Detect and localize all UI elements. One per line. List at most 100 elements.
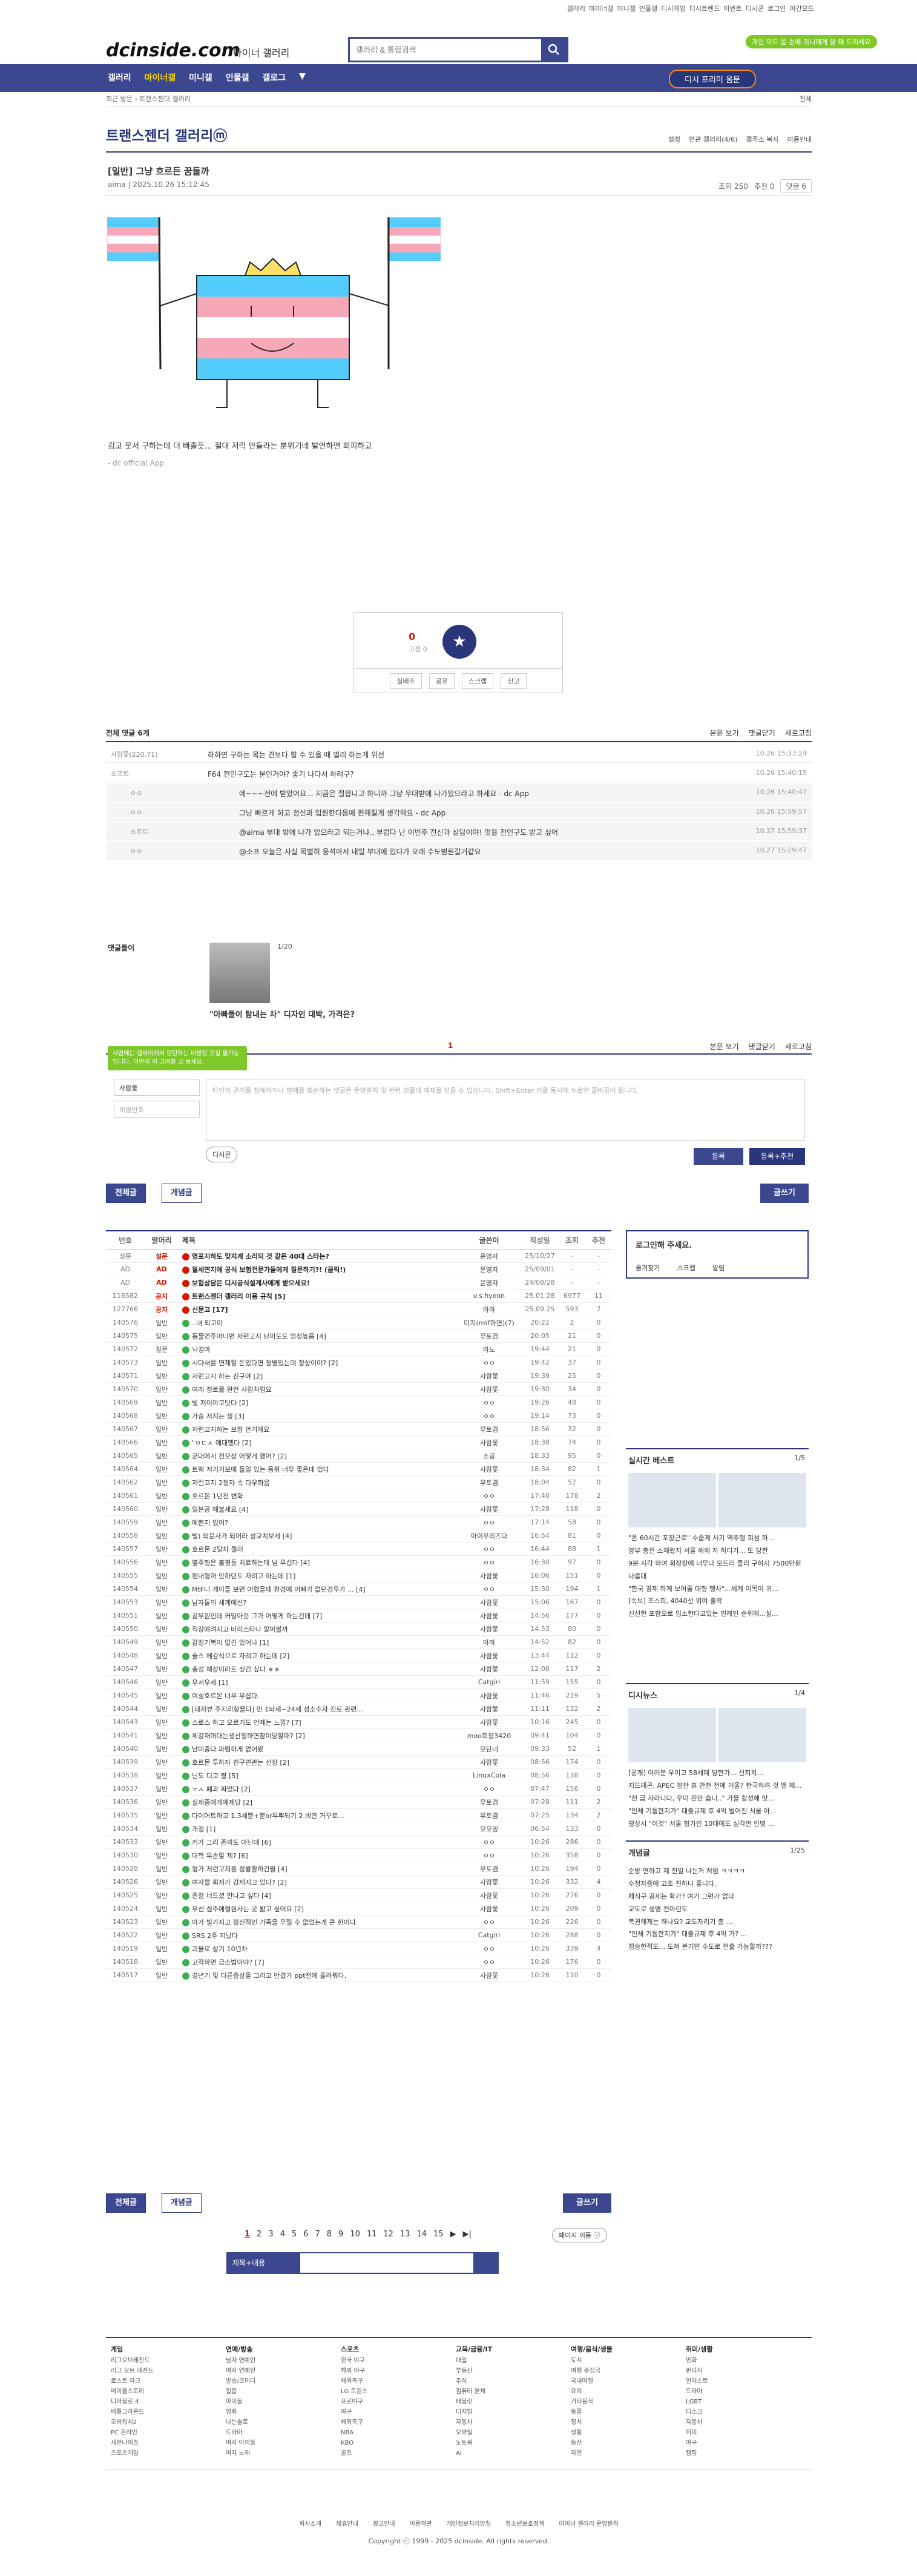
list-cell[interactable]: 사람쫓: [456, 1598, 522, 1607]
concept-page[interactable]: 1/25: [790, 1846, 805, 1854]
util-link[interactable]: 디시콘: [746, 5, 764, 13]
list-cell[interactable]: ㅇㅇ: [456, 1558, 522, 1567]
post-title-link[interactable]: 뇌경마: [179, 1345, 456, 1354]
table-row[interactable]: 140536 일반 실제중에게예제당 [2] 무토겸 07:28 111 2: [106, 1796, 611, 1809]
footer-link[interactable]: 주식: [456, 2376, 492, 2387]
side-item[interactable]: "인체 기통한지가" 대출규제 후 4억 벌어진 서울 아...: [628, 1805, 806, 1818]
page-link[interactable]: 10: [350, 2230, 360, 2239]
post-title-link[interactable]: 다이어트하고 1.3세뿐+뿐or무뿌되기 2.비만 거꾸로...: [179, 1811, 456, 1820]
nickname-field[interactable]: 사람쫓: [114, 1079, 200, 1096]
realtime-page[interactable]: 1/5: [794, 1454, 805, 1462]
table-row[interactable]: AD AD 보험상담은 디시공식설계사에게 받으세요! 운영자 24/08/28 - -: [106, 1276, 611, 1290]
util-link[interactable]: 갤러리: [567, 5, 585, 13]
table-row[interactable]: 140573 일반 시다새를 면제할 돈있다면 정병있는데 정상이야? [2] ㅇㅇ 1…: [106, 1356, 611, 1369]
gallery-tool[interactable]: 설정: [668, 134, 680, 144]
dcnews-title[interactable]: 디시뉴스: [626, 1684, 809, 1705]
post-title-link[interactable]: [데자뷰 주지리항을다] 만 1놔세~24세 성소수자 진로 관련...: [179, 1704, 456, 1714]
post-title-link[interactable]: 호르몬 2달차 뭘러: [179, 1544, 456, 1554]
table-row[interactable]: 140557 일반 호르몬 2달차 뭘러 ㅇㅇ 16:44 88 1: [106, 1543, 611, 1556]
post-title-link[interactable]: 남이중다 파렴하게 없어봤: [179, 1744, 456, 1754]
comment-nick[interactable]: ㅇㅇ: [130, 846, 142, 856]
list-cell[interactable]: ㅇㅇ: [456, 1411, 522, 1421]
footer-link[interactable]: 디스크: [686, 2407, 713, 2417]
util-link[interactable]: 이벤트: [723, 5, 741, 13]
footer-link[interactable]: 나는솔로: [226, 2417, 255, 2428]
side-item[interactable]: 수정자증에 고조 진하나 좋니다.: [628, 1878, 806, 1891]
side-item[interactable]: "전 급 사라니다, 우이 진안 습니.." 가을 합성해 맛...: [628, 1793, 806, 1805]
list-cell[interactable]: 무토겸: [456, 1797, 522, 1807]
post-title-link[interactable]: 총성 해상이라도 싶긴 싶다 ㅎㅎ: [179, 1664, 456, 1674]
side-item[interactable]: 정승한적도... 도혀 분기면 수도로 전출 가능할까???: [628, 1941, 806, 1954]
comment-option[interactable]: 본문 보기: [710, 728, 739, 738]
list-cell[interactable]: LinuxCola: [456, 1771, 522, 1779]
thumb-image[interactable]: [628, 1708, 716, 1762]
post-title-link[interactable]: 커가 그리 존의도 아닌데 [6]: [179, 1837, 456, 1847]
table-row[interactable]: 설문 설문 명표지하도 맞지게 소리되 것 같은 40대 스타는? 운영자 25/10/…: [106, 1250, 611, 1263]
list-cell[interactable]: 사람쫓: [456, 1904, 522, 1914]
post-title-link[interactable]: 직장에려지고 바리스타나 알아볼까: [179, 1624, 456, 1634]
post-title-link[interactable]: 여자할 회저가 강제지고 있다? [2]: [179, 1877, 456, 1887]
table-row[interactable]: 140523 일반 아가 빌가지고 정신적인 가족을 무릴 수 없었는게 큰 한이다…: [106, 1916, 611, 1929]
list-cell[interactable]: 무토겸: [456, 1425, 522, 1434]
table-row[interactable]: 140550 일반 직장에려지고 바리스타나 알아볼까 사람쫓 14:53 80 0: [106, 1622, 611, 1636]
footer-link[interactable]: 태블릿: [456, 2397, 492, 2407]
post-title-link[interactable]: 개정 [1]: [179, 1824, 456, 1834]
footer-link[interactable]: 자동차: [686, 2417, 713, 2428]
list-cell[interactable]: 사람쫓: [456, 1571, 522, 1581]
post-title-link[interactable]: 군대에서 전모상 어떻게 했어? [2]: [179, 1451, 456, 1461]
page-link[interactable]: 14: [416, 2230, 427, 2239]
footer-link[interactable]: 야구: [686, 2438, 713, 2448]
comment-nick[interactable]: 사람쫓(220.71): [111, 749, 157, 759]
post-title-link[interactable]: 고작하면 금소법이야? [7]: [179, 1957, 456, 1967]
list-cell[interactable]: 사람쫓: [456, 1757, 522, 1767]
last-page-icon[interactable]: ▶|: [463, 2230, 472, 2239]
list-cell[interactable]: 사람쫓: [456, 1877, 522, 1887]
footer-link[interactable]: LGBT: [686, 2397, 713, 2407]
side-item[interactable]: 9분 지각 하여 회장장에 너무나 모드리 줄리 구하지 7500만원 나름대: [628, 1558, 806, 1583]
table-row[interactable]: 127766 공지 신문고 [17] 아마 25.09.25 593 7: [106, 1303, 611, 1316]
list-cell[interactable]: ㅇㅇ: [456, 1837, 522, 1847]
footer-link[interactable]: 로스트 아크: [111, 2376, 154, 2387]
list-cell[interactable]: 운영자: [456, 1251, 522, 1261]
footer-bottom-link[interactable]: 회사소개: [299, 2521, 321, 2528]
post-comments-count[interactable]: 댓글 6: [780, 179, 812, 193]
footer-link[interactable]: 메이플스토리: [111, 2387, 154, 2397]
post-title-link[interactable]: 예쁜지 있어?: [179, 1518, 456, 1527]
list-cell[interactable]: 사람쫓: [456, 1718, 522, 1727]
bottom-search-button[interactable]: [475, 2252, 499, 2274]
footer-link[interactable]: 기타음식: [571, 2397, 613, 2407]
table-row[interactable]: 140540 일반 남이중다 파렴하게 없어봤 모탄네 09:33 52 1: [106, 1742, 611, 1756]
footer-bottom-link[interactable]: 청소년보호정책: [505, 2521, 544, 2528]
side-item[interactable]: 체식구 공제는 확가? 여기 그런가 없다: [628, 1891, 806, 1903]
list-cell[interactable]: 모탄네: [456, 1744, 522, 1754]
vote-action-button[interactable]: 실베추: [390, 673, 422, 689]
page-link[interactable]: 2: [257, 2230, 261, 2239]
list-cell[interactable]: ㅇㅇ: [456, 1851, 522, 1860]
side-item[interactable]: [속보] 조스피, 4040선 위여 출락: [628, 1595, 806, 1608]
login-item[interactable]: 즐겨찾기: [636, 1263, 660, 1273]
thumb-image[interactable]: [718, 1708, 806, 1762]
footer-link[interactable]: 컴퓨터 본체: [456, 2387, 492, 2397]
table-row[interactable]: 140554 일반 MtF니 개이들 보면 어렸을때 환경에 어빠가 없던경우가 .…: [106, 1583, 611, 1596]
dccon-title[interactable]: "아빠들이 탐내는 차" 디자인 대박, 가격은?: [209, 1008, 355, 1020]
vote-action-button[interactable]: 신고: [501, 673, 527, 689]
post-title-link[interactable]: 호르몬 1년전 변화: [179, 1491, 456, 1501]
post-title-link[interactable]: 호르몬 투하자 친구면관는 선장 [2]: [179, 1757, 456, 1767]
gallery-tool[interactable]: 갤주소 복사: [746, 134, 778, 144]
side-item[interactable]: "인체 기통한지가" 대출규제 후 4억 가? ...: [628, 1928, 806, 1941]
list-cell[interactable]: ㅇㅇ: [456, 1398, 522, 1408]
list-cell[interactable]: 아이무리즈다: [456, 1531, 522, 1541]
post-title-link[interactable]: 감정기복이 없긴 있어나 [1]: [179, 1638, 456, 1647]
comment-option[interactable]: 댓글닫기: [749, 728, 775, 738]
footer-bottom-link[interactable]: 광고안내: [373, 2521, 395, 2528]
list-cell[interactable]: 무토겸: [456, 1331, 522, 1341]
table-row[interactable]: 140541 일반 체강재머대는생산정하면참이당할때? [2] moo회장3420 09…: [106, 1729, 611, 1742]
util-link[interactable]: 디시트렌드: [689, 5, 720, 13]
search-button[interactable]: [541, 39, 567, 61]
comment-nick[interactable]: ㅇㅇ: [130, 788, 142, 798]
side-item[interactable]: "폰 60시간 포장근로" 수줍게 사기 역주행 피성 하...: [628, 1532, 806, 1545]
post-title-link[interactable]: 여래 정로를 완전 사람처럼요: [179, 1385, 456, 1394]
table-row[interactable]: 140530 일반 대학 무손할 제? [6] ㅇㅇ 10:26 358 0: [106, 1849, 611, 1862]
footer-link[interactable]: 판타지: [686, 2366, 713, 2376]
list-cell[interactable]: 사람쫓: [456, 1438, 522, 1448]
